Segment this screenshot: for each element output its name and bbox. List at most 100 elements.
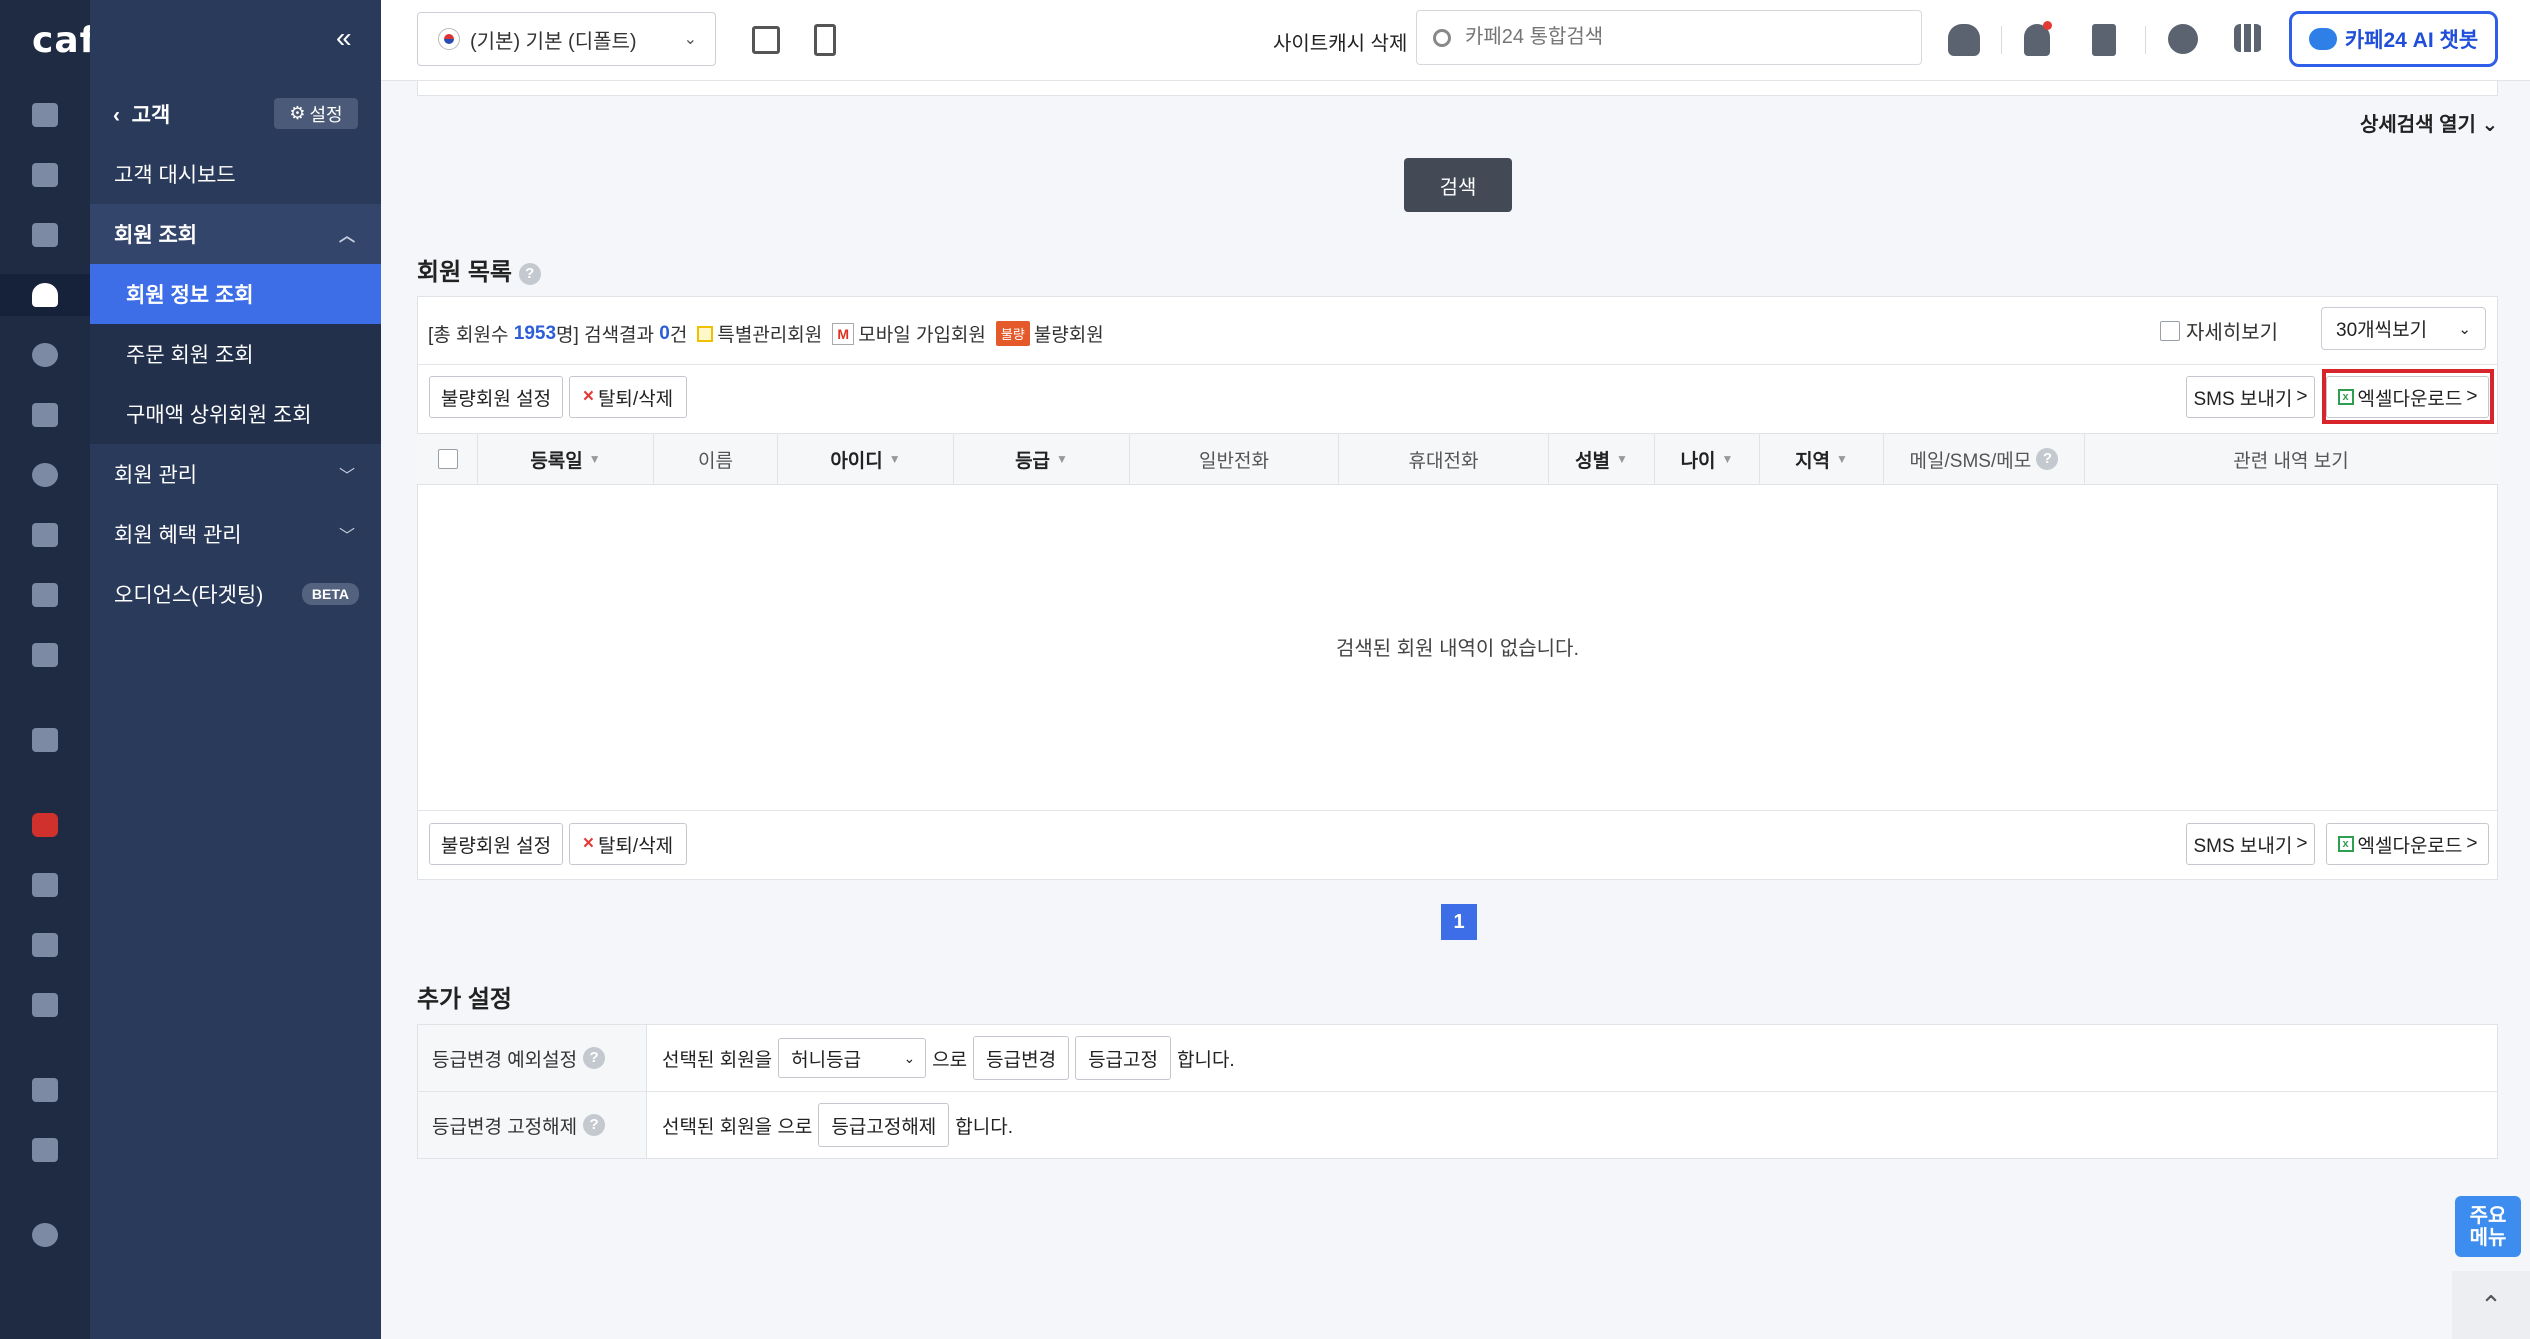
document-icon[interactable] [25, 395, 65, 435]
stats-icon[interactable] [25, 575, 65, 615]
checkbox[interactable] [2160, 320, 2180, 341]
sidebar-item-member-manage[interactable]: 회원 관리 ﹀ [90, 444, 381, 504]
mobile-icon[interactable] [814, 24, 836, 56]
row-text: 합니다. [1176, 1049, 1235, 1071]
close-icon: × [582, 386, 594, 407]
sms-send-button-bottom[interactable]: SMS 보내기 > [2186, 823, 2315, 865]
help-icon[interactable]: ? [518, 262, 541, 285]
megaphone-icon[interactable] [25, 925, 65, 965]
chat-icon[interactable] [25, 335, 65, 375]
detail-view-checkbox[interactable]: 자세히보기 [2160, 316, 2278, 345]
sidebar-item-label: 회원 정보 조회 [126, 284, 254, 307]
grade-fix-button[interactable]: 등급고정 [1075, 1036, 1171, 1080]
cart-icon[interactable] [25, 155, 65, 195]
scroll-top-button[interactable]: ⌃ [2452, 1271, 2530, 1339]
collapse-sidebar-icon[interactable]: « [336, 22, 352, 54]
shop-add-icon[interactable] [25, 985, 65, 1025]
sort-icon: ▼ [888, 452, 901, 466]
sidebar-settings-button[interactable]: ⚙ 설정 [274, 98, 358, 129]
briefcase-icon[interactable] [25, 865, 65, 905]
desktop-icon[interactable] [752, 26, 780, 54]
sms-send-button[interactable]: SMS 보내기 > [2186, 376, 2315, 418]
person-icon[interactable] [0, 274, 90, 316]
search-input[interactable] [1465, 26, 1885, 49]
grade-unfix-button[interactable]: 등급고정해제 [818, 1103, 950, 1147]
sidebar-item-order-member[interactable]: 주문 회원 조회 [90, 324, 381, 384]
ad-icon[interactable] [25, 515, 65, 555]
pagination-page[interactable]: 1 [1441, 904, 1477, 940]
withdraw-delete-button-bottom[interactable]: × 탈퇴/삭제 [569, 823, 687, 865]
site-cache-delete-link[interactable]: 사이트캐시 삭제 [1273, 27, 1407, 56]
sidebar-item-audience[interactable]: 오디언스(타겟팅) BETA [90, 564, 381, 624]
bell-icon[interactable] [2024, 21, 2052, 56]
chevron-up-icon: ⌃ [2480, 1289, 2502, 1320]
store-settings-icon[interactable] [25, 720, 65, 760]
bad-member-setting-button-bottom[interactable]: 불량회원 설정 [429, 823, 563, 865]
sms-label: SMS 보내기 [2193, 388, 2293, 410]
bad-member-setting-button[interactable]: 불량회원 설정 [429, 376, 563, 418]
home-icon[interactable] [25, 95, 65, 135]
grade-select[interactable]: 허니등급 ⌄ [778, 1038, 927, 1078]
sidebar-item-member-benefit[interactable]: 회원 혜택 관리 ﹀ [90, 504, 381, 564]
column-header-grade[interactable]: 등급 ▼ [954, 433, 1130, 485]
special-member-icon [697, 325, 714, 342]
excel-download-button-bottom[interactable]: x 엑셀다운로드 > [2326, 823, 2489, 865]
column-header-region[interactable]: 지역 ▼ [1760, 433, 1884, 485]
chevron-down-icon: ﹀ [338, 528, 355, 545]
per-page-value: 30개씩보기 [2336, 320, 2428, 341]
chevron-down-icon: ⌄ [903, 1049, 916, 1066]
label-text: 등급변경 고정해제 [432, 1116, 578, 1138]
member-summary: [총 회원수 1953 명] 검색결과 0건 특별관리회원 M 모바일 가입회원 불… [428, 320, 1104, 347]
search-form-bottom [417, 81, 2498, 96]
column-header-id[interactable]: 아이디 ▼ [778, 433, 954, 485]
ai-chatbot-button[interactable]: 카페24 AI 챗봇 [2289, 11, 2498, 67]
checkbox[interactable] [437, 449, 458, 469]
folder-add-icon[interactable] [25, 1130, 65, 1170]
sidebar-item-member-info[interactable]: 회원 정보 조회 [90, 264, 381, 324]
main-menu-floating-button[interactable]: 주요 메뉴 [2455, 1196, 2521, 1257]
bookmark-icon[interactable] [2092, 24, 2116, 56]
help-icon[interactable]: ? [583, 1114, 606, 1136]
legend-mobile: 모바일 가입회원 [858, 325, 986, 346]
integrated-search[interactable] [1416, 10, 1922, 65]
per-page-select[interactable]: 30개씩보기 ⌄ [2321, 307, 2486, 350]
shirt-icon[interactable] [25, 215, 65, 255]
headset-icon[interactable] [1948, 24, 1980, 56]
chevron-down-icon: ⌄ [2458, 320, 2471, 338]
column-header-mobile: 휴대전화 [1339, 433, 1549, 485]
result-count: 0 [659, 322, 670, 344]
bad-member-badge: 불량 [995, 321, 1030, 346]
settings-icon[interactable] [25, 1215, 65, 1255]
sidebar-item-top-buyers[interactable]: 구매액 상위회원 조회 [90, 384, 381, 444]
book-icon[interactable] [25, 635, 65, 675]
help-icon[interactable]: ? [2036, 448, 2059, 470]
select-all-checkbox[interactable] [418, 433, 478, 485]
detail-search-toggle[interactable]: 상세검색 열기 ⌄ [2360, 108, 2498, 137]
column-header-registered[interactable]: 등록일 ▼ [478, 433, 654, 485]
row-text: 선택된 회원을 [662, 1049, 773, 1071]
withdraw-delete-button[interactable]: × 탈퇴/삭제 [569, 376, 687, 418]
sidebar-item-customer-dashboard[interactable]: 고객 대시보드 [90, 144, 381, 204]
help-icon[interactable]: ? [583, 1047, 606, 1069]
column-header-related-history: 관련 내역 보기 [2085, 433, 2497, 485]
sort-icon: ▼ [588, 452, 601, 466]
label-text: 등급변경 예외설정 [432, 1049, 578, 1071]
grid-menu-icon[interactable] [2234, 24, 2262, 52]
back-to-customer[interactable]: ‹ 고객 [113, 99, 170, 129]
grade-value: 허니등급 [791, 1049, 862, 1071]
chevron-up-icon: ︿ [338, 228, 355, 245]
chevron-down-icon: ⌄ [2481, 114, 2499, 136]
account-icon[interactable] [2168, 24, 2198, 54]
column-header-age[interactable]: 나이 ▼ [1655, 433, 1760, 485]
palette-icon[interactable] [25, 455, 65, 495]
sidebar-item-member-search[interactable]: 회원 조회 ︿ [90, 204, 381, 264]
column-label: 등록일 [530, 450, 583, 472]
row-text: 합니다. [955, 1116, 1014, 1138]
apps-add-icon[interactable] [25, 1070, 65, 1110]
grade-change-button[interactable]: 등급변경 [973, 1036, 1070, 1080]
youtube-icon[interactable] [25, 805, 65, 845]
search-button[interactable]: 검색 [1404, 158, 1512, 212]
column-header-gender[interactable]: 성별 ▼ [1549, 433, 1655, 485]
shop-select[interactable]: (기본) 기본 (디폴트) ⌄ [417, 12, 716, 66]
extra-settings-title: 추가 설정 [417, 986, 512, 1013]
